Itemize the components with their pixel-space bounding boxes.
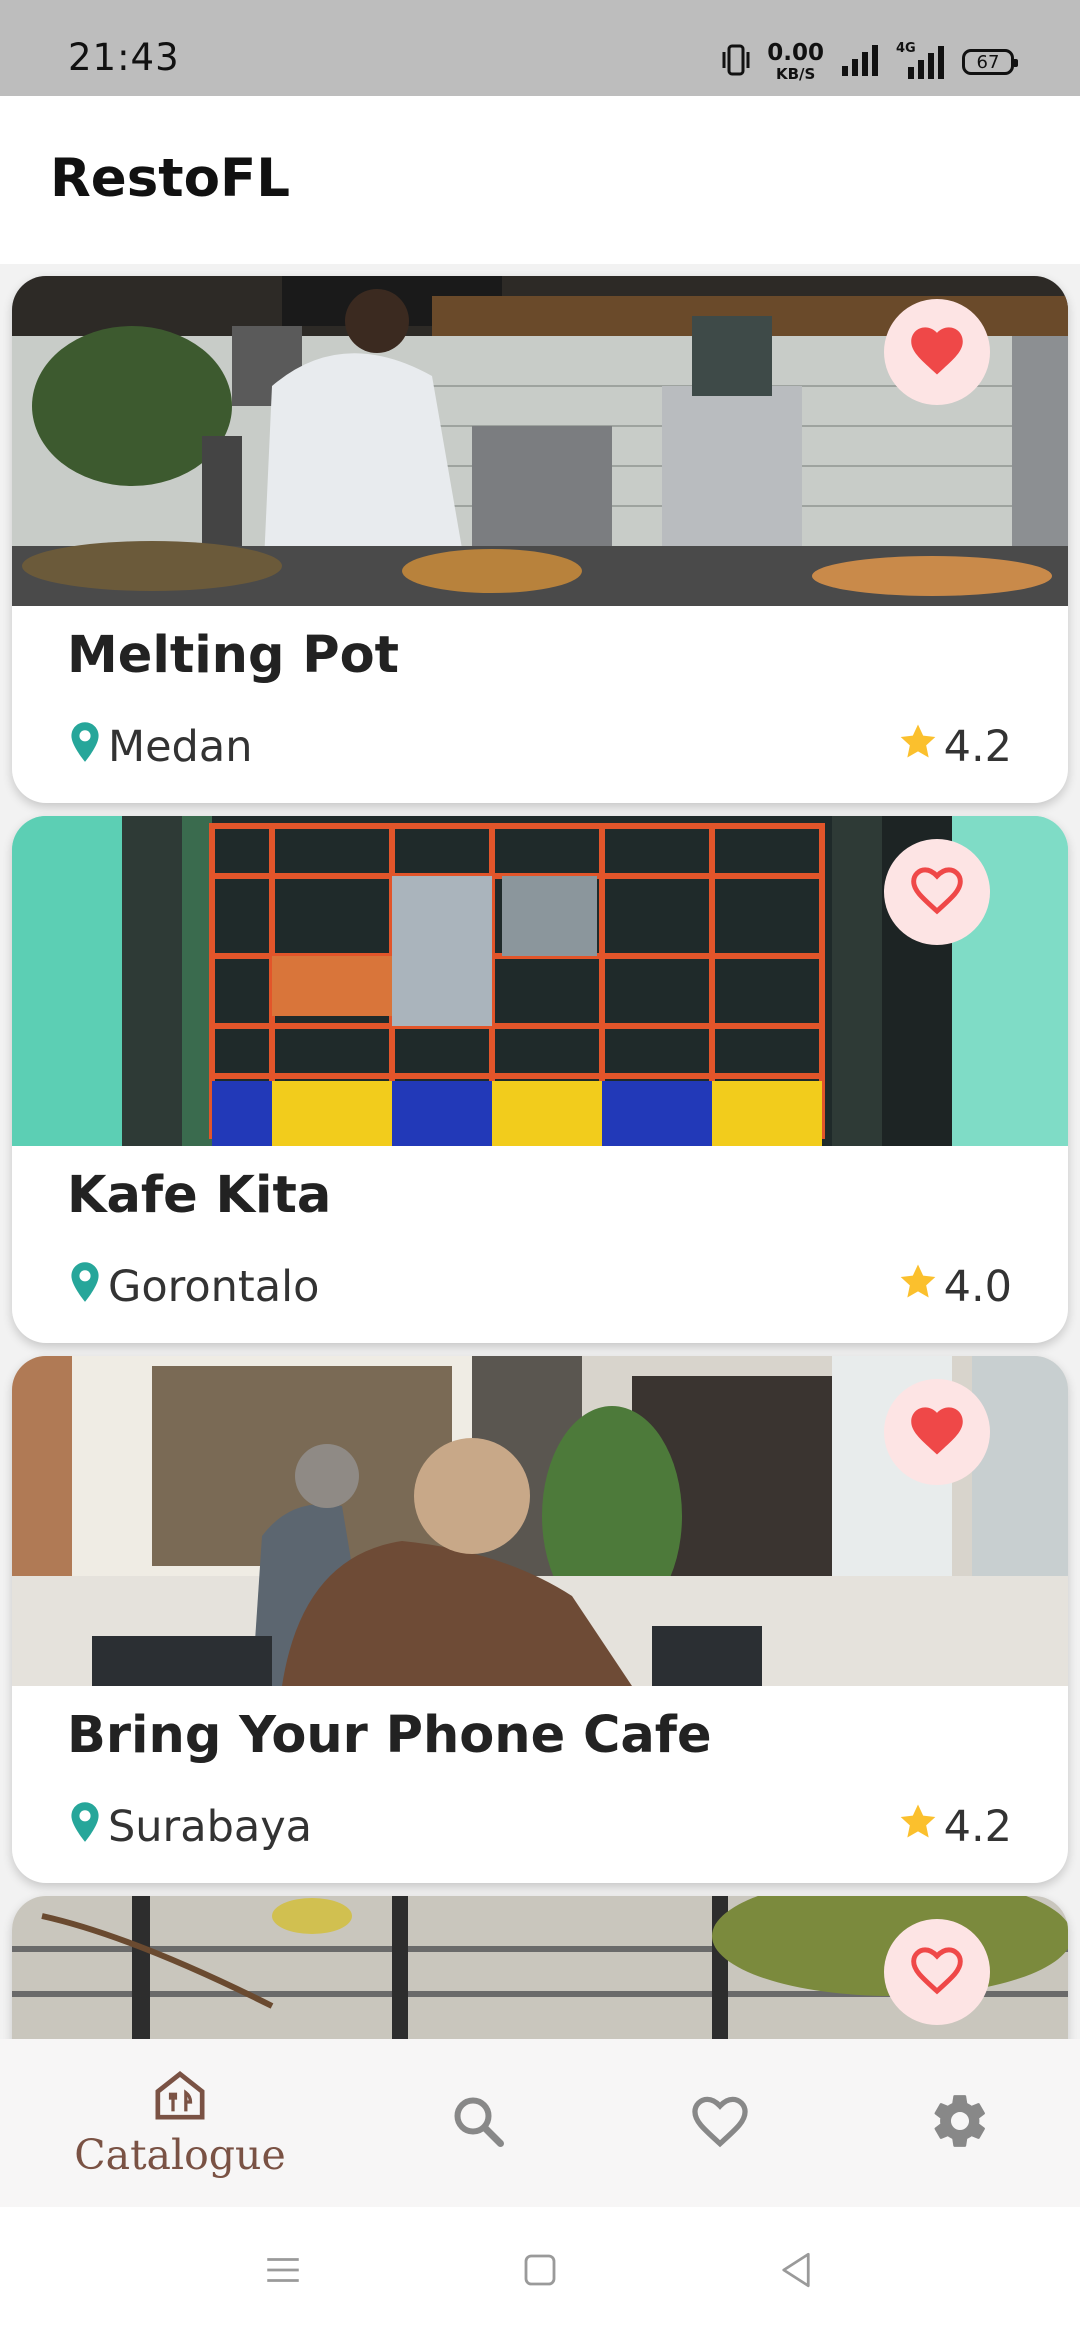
heart-outline-icon bbox=[688, 2092, 752, 2154]
restaurant-rating-value: 4.0 bbox=[943, 1262, 1012, 1312]
search-icon bbox=[448, 2091, 508, 2155]
home-icon bbox=[519, 2254, 561, 2295]
app-bar: RestoFL bbox=[0, 96, 1080, 264]
back-button[interactable] bbox=[775, 2249, 817, 2295]
restaurant-list[interactable]: Melting Pot Medan 4.2 Kafe Kita Gorontal… bbox=[0, 264, 1080, 2039]
heart-filled-icon bbox=[907, 323, 967, 381]
restaurant-name: Kafe Kita bbox=[67, 1166, 332, 1225]
status-time: 21:43 bbox=[68, 36, 180, 79]
system-navigation-bar bbox=[0, 2207, 1080, 2340]
favorite-button[interactable] bbox=[884, 1379, 990, 1485]
status-bar: 21:43 0.00 KB/S 4G 67 bbox=[0, 0, 1080, 96]
restaurant-name: Melting Pot bbox=[67, 626, 400, 685]
location-pin-icon bbox=[70, 721, 100, 774]
restaurant-card[interactable]: Melting Pot Medan 4.2 bbox=[12, 276, 1068, 803]
gear-icon bbox=[929, 2090, 991, 2156]
app-title: RestoFL bbox=[50, 148, 291, 209]
restaurant-card[interactable]: Bring Your Phone Cafe Surabaya 4.2 bbox=[12, 1356, 1068, 1883]
heart-filled-icon bbox=[907, 1403, 967, 1461]
nav-label-catalogue: Catalogue bbox=[74, 2131, 286, 2179]
status-icons: 0.00 KB/S 4G 67 bbox=[721, 41, 1018, 82]
vibrate-icon bbox=[721, 43, 751, 81]
signal-4g-icon: 4G bbox=[896, 41, 946, 79]
heart-outline-icon bbox=[907, 863, 967, 921]
location-pin-icon bbox=[70, 1261, 100, 1314]
restaurant-rating: 4.0 bbox=[898, 1262, 1012, 1312]
net-speed-value: 0.00 bbox=[767, 40, 824, 66]
restaurant-card[interactable] bbox=[12, 1896, 1068, 2039]
nav-item-search[interactable] bbox=[418, 2039, 538, 2207]
restaurant-city: Medan bbox=[108, 722, 253, 772]
bottom-navigation: Catalogue bbox=[0, 2039, 1080, 2207]
restaurant-card[interactable]: Kafe Kita Gorontalo 4.0 bbox=[12, 816, 1068, 1343]
net-speed: 0.00 KB/S bbox=[767, 42, 824, 82]
menu-button[interactable] bbox=[262, 2249, 304, 2295]
restaurant-rating-value: 4.2 bbox=[943, 1802, 1012, 1852]
restaurant-city: Gorontalo bbox=[108, 1262, 320, 1312]
net-speed-unit: KB/S bbox=[775, 65, 816, 83]
restaurant-home-icon bbox=[152, 2067, 208, 2127]
restaurant-rating-value: 4.2 bbox=[943, 722, 1012, 772]
restaurant-location: Medan bbox=[70, 721, 253, 774]
restaurant-location: Surabaya bbox=[70, 1801, 313, 1854]
nav-item-favorites[interactable] bbox=[660, 2039, 780, 2207]
restaurant-name: Bring Your Phone Cafe bbox=[67, 1706, 712, 1765]
home-button[interactable] bbox=[519, 2249, 561, 2295]
back-icon bbox=[775, 2252, 817, 2295]
battery-level: 67 bbox=[976, 51, 1000, 73]
nav-item-catalogue[interactable]: Catalogue bbox=[60, 2039, 300, 2207]
favorite-button[interactable] bbox=[884, 299, 990, 405]
restaurant-rating: 4.2 bbox=[898, 1802, 1012, 1852]
favorite-button[interactable] bbox=[884, 839, 990, 945]
restaurant-rating: 4.2 bbox=[898, 722, 1012, 772]
nav-item-settings[interactable] bbox=[900, 2039, 1020, 2207]
signal-icon bbox=[840, 44, 880, 80]
battery-icon: 67 bbox=[962, 49, 1018, 75]
heart-outline-icon bbox=[907, 1943, 967, 2001]
favorite-button[interactable] bbox=[884, 1919, 990, 2025]
star-icon bbox=[898, 722, 938, 773]
star-icon bbox=[898, 1262, 938, 1313]
star-icon bbox=[898, 1802, 938, 1853]
restaurant-city: Surabaya bbox=[108, 1802, 313, 1852]
menu-icon bbox=[262, 2258, 304, 2295]
location-pin-icon bbox=[70, 1801, 100, 1854]
restaurant-location: Gorontalo bbox=[70, 1261, 320, 1314]
